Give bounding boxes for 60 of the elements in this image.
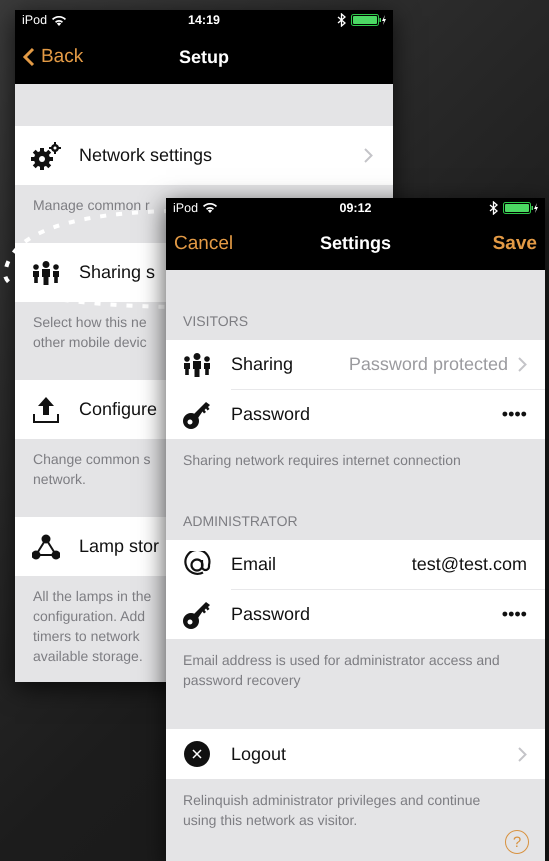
key-icon [183, 600, 211, 629]
wifi-icon [203, 202, 218, 214]
settings-row[interactable]: Password •••• [166, 390, 545, 440]
row-label: Logout [231, 744, 286, 765]
save-button[interactable]: Save [492, 232, 537, 255]
key-icon [183, 400, 211, 429]
section-footer-text: configuration. Add [33, 607, 146, 626]
row-label: Email [231, 554, 276, 576]
section-footer-text: Relinquish administrator privileges and continue using this network as visitor. [183, 791, 482, 830]
section-footer-text: Change common s [33, 450, 151, 469]
row-label: Configure [79, 399, 158, 420]
close-icon [184, 741, 210, 768]
gears-icon [31, 142, 61, 170]
row-value: •••• [502, 404, 527, 426]
bluetooth-icon [337, 13, 346, 27]
row-label: Password [231, 604, 310, 626]
nodes-icon [32, 534, 60, 560]
cancel-button[interactable]: Cancel [174, 232, 234, 255]
section-footer-text: network. [33, 470, 86, 489]
chevron-icon [364, 148, 373, 163]
row-label: Sharing [231, 354, 294, 376]
row-label: Sharing s [79, 262, 156, 283]
settings-row[interactable]: Logout [166, 729, 545, 779]
battery-icon [351, 14, 387, 26]
settings-row[interactable]: Network settings [15, 126, 393, 185]
section-header: VISITORS [183, 313, 248, 330]
chevron-icon [518, 746, 527, 762]
section-footer-text: Email address is used for administrator access and password recovery [183, 651, 501, 690]
section-footer-text: timers to network [33, 627, 140, 646]
bluetooth-icon [489, 200, 498, 215]
row-value: test@test.com [412, 554, 527, 576]
section-footer-text: Manage common r [33, 196, 150, 215]
settings-row[interactable]: Email test@test.com [166, 540, 545, 590]
row-label: Password [231, 404, 310, 426]
section-footer-text: available storage. [33, 647, 143, 666]
carrier-label: iPod [173, 200, 198, 215]
people-icon [183, 353, 211, 378]
section-footer-text: Select how this ne [33, 313, 147, 332]
row-label: Network settings [79, 145, 212, 166]
row-label: Lamp stor [79, 536, 160, 557]
battery-icon [503, 202, 539, 214]
screen-title: Setup [179, 46, 229, 68]
status-time: 14:19 [187, 13, 221, 27]
back-button[interactable]: Back [23, 46, 84, 68]
screen-title: Settings [320, 233, 391, 254]
carrier-label: iPod [22, 13, 48, 27]
chevron-icon [518, 357, 527, 372]
settings-row[interactable]: Sharing Password protected [166, 340, 545, 390]
row-value: Password protected [348, 354, 508, 376]
upload-icon [32, 396, 60, 424]
settings-row[interactable]: Password •••• [166, 590, 545, 640]
section-footer-text: Sharing network requires internet connection [183, 451, 462, 470]
people-icon [32, 260, 60, 284]
section-footer-text: other mobile devic [33, 333, 147, 352]
row-value: •••• [502, 604, 527, 626]
wifi-icon [52, 14, 66, 26]
section-footer-text: All the lamps in the [33, 587, 152, 606]
section-header: ADMINISTRATOR [183, 513, 298, 530]
status-time: 09:12 [338, 200, 372, 215]
back-chevron-icon [23, 47, 35, 67]
